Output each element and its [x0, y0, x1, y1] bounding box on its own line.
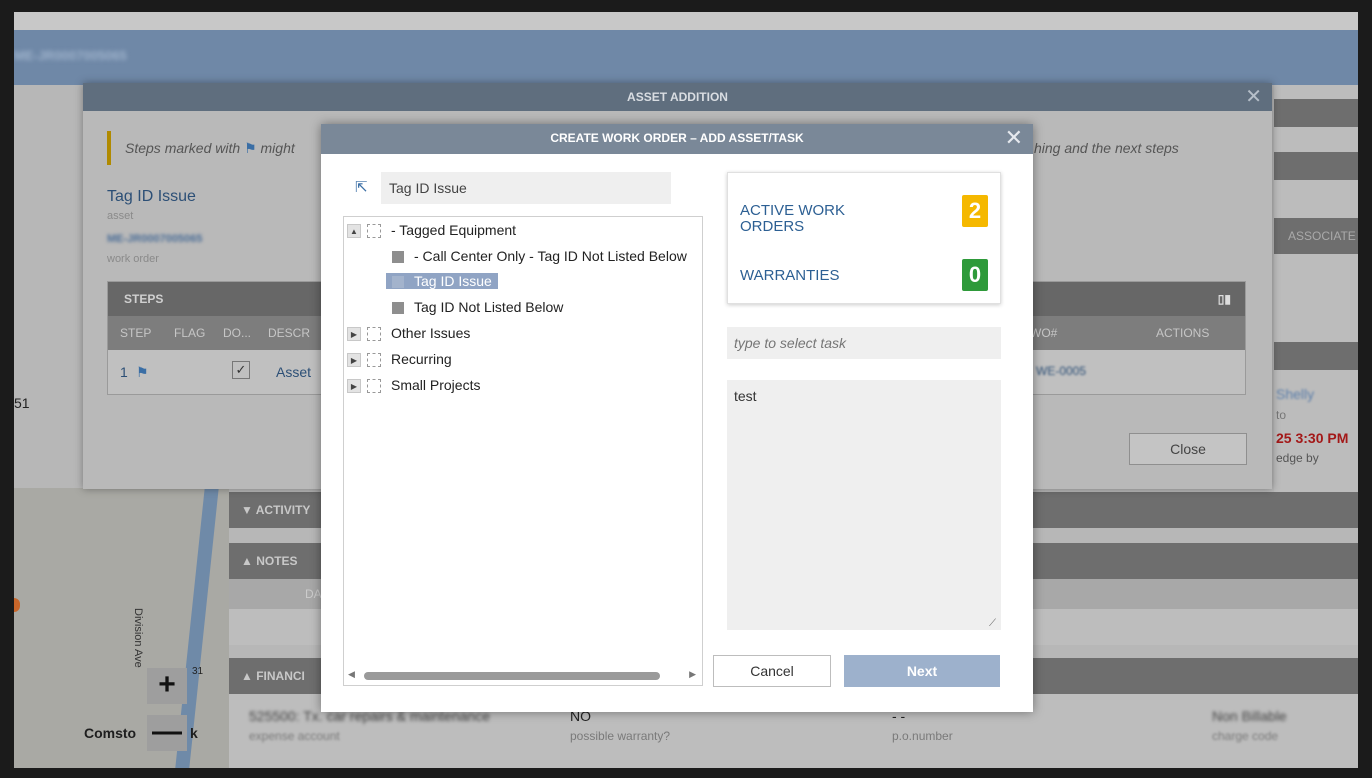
- work-order-number[interactable]: ME-JR0007005065: [107, 233, 202, 245]
- zoom-out-button[interactable]: —: [147, 715, 187, 751]
- flag-icon: ⚑: [244, 140, 257, 156]
- horizontal-scrollbar[interactable]: ◀ ▶: [344, 665, 702, 685]
- row-wo-number[interactable]: WE-0005: [1036, 364, 1086, 378]
- collapse-arrow-icon[interactable]: ▲: [347, 224, 361, 239]
- work-order-label: work order: [107, 253, 159, 265]
- col-actions[interactable]: ACTIONS: [1156, 316, 1209, 350]
- warranties-count[interactable]: 0: [962, 259, 988, 291]
- create-work-order-modal: CREATE WORK ORDER – ADD ASSET/TASK ✕ ⇱ T…: [321, 124, 1033, 712]
- header-work-order-id: ME-JR0007005065: [14, 48, 127, 63]
- scroll-right-icon[interactable]: ▶: [689, 669, 696, 680]
- warning-accent: [107, 131, 111, 165]
- warning-text-end: hing and the next steps: [1034, 140, 1179, 156]
- checkbox-icon[interactable]: [367, 379, 381, 394]
- warning-text-mid: might: [260, 140, 295, 156]
- tree-node-label[interactable]: Tag ID Not Listed Below: [414, 299, 563, 315]
- map-place-label-suffix: k: [190, 725, 198, 741]
- resize-grip-icon[interactable]: ⟋: [989, 618, 996, 629]
- selected-node[interactable]: Tag ID Issue: [386, 273, 498, 289]
- scroll-left-icon[interactable]: ◀: [348, 669, 355, 680]
- close-icon[interactable]: ✕: [1245, 83, 1262, 111]
- assignee-to: to: [1276, 408, 1287, 422]
- col-flag[interactable]: FLAG: [174, 316, 205, 350]
- tree-node-label[interactable]: Recurring: [391, 351, 452, 367]
- tag-id-issue-link[interactable]: Tag ID Issue: [107, 188, 196, 206]
- map-place-label: Comsto: [84, 725, 137, 741]
- scrollbar-thumb[interactable]: [364, 672, 660, 680]
- charge-code-value: Non Billable: [1212, 708, 1287, 724]
- tree-node-label[interactable]: Small Projects: [391, 377, 480, 393]
- asset-dialog-header: ASSET ADDITION ✕: [83, 83, 1272, 111]
- warning-text: Steps marked with ⚑ might: [125, 140, 295, 157]
- left-number: 51: [14, 395, 30, 411]
- checkbox-icon[interactable]: [367, 327, 381, 342]
- leaf-icon: [392, 302, 404, 315]
- column-toggle-icon[interactable]: ▯▮: [1218, 282, 1231, 316]
- stats-panel: ACTIVE WORK ORDERS 2 WARRANTIES 0: [727, 172, 1001, 304]
- warning-text-start: Steps marked with: [125, 140, 241, 156]
- collapse-to-top-icon[interactable]: ⇱: [355, 178, 368, 196]
- row-step: 1: [120, 364, 128, 380]
- zoom-in-button[interactable]: +: [147, 668, 187, 704]
- tree-node-label[interactable]: - Tagged Equipment: [391, 222, 516, 238]
- col-description[interactable]: DESCR: [268, 316, 310, 350]
- task-search-input[interactable]: [727, 327, 1001, 359]
- right-panel-bar: [1274, 99, 1358, 127]
- tree-node-label[interactable]: - Call Center Only - Tag ID Not Listed B…: [414, 248, 687, 264]
- tree-node-tag-id-not-listed[interactable]: Tag ID Not Listed Below: [392, 296, 563, 318]
- tree-node-label[interactable]: Other Issues: [391, 325, 470, 341]
- tree-node-tag-id-issue[interactable]: Tag ID Issue: [386, 270, 498, 292]
- right-panel-bar: [1274, 342, 1358, 370]
- tree-node-other-issues[interactable]: ▶ Other Issues: [347, 322, 470, 344]
- task-tree[interactable]: ▲ - Tagged Equipment - Call Center Only -…: [343, 216, 703, 686]
- map-road-label: Division Ave: [132, 608, 144, 668]
- expand-arrow-icon[interactable]: ▶: [347, 327, 361, 342]
- leaf-icon: [392, 276, 404, 289]
- screen: ME-JR0007005065 ASSOCIATE Shelly to 25 3…: [14, 12, 1358, 768]
- tree-node-label[interactable]: Tag ID Issue: [414, 273, 492, 289]
- acknowledge-label: edge by: [1276, 451, 1319, 465]
- col-done[interactable]: DO...: [223, 316, 251, 350]
- notes-textarea[interactable]: test: [727, 380, 1001, 630]
- active-work-orders-count[interactable]: 2: [962, 195, 988, 227]
- po-number-label: p.o.number: [892, 729, 953, 743]
- cancel-button[interactable]: Cancel: [713, 655, 831, 687]
- selected-path: ⇱ Tag ID Issue: [349, 172, 699, 204]
- asset-label: asset: [107, 210, 134, 222]
- checkbox-icon[interactable]: [367, 224, 381, 239]
- selected-path-field[interactable]: Tag ID Issue: [381, 172, 671, 204]
- steps-title-text: STEPS: [124, 292, 164, 306]
- charge-code-label: charge code: [1212, 729, 1279, 743]
- warranty-label: possible warranty?: [570, 729, 671, 743]
- wo-modal-header: CREATE WORK ORDER – ADD ASSET/TASK ✕: [321, 124, 1033, 154]
- right-panel-bar: [1274, 152, 1358, 180]
- col-wo-number[interactable]: WO#: [1030, 316, 1057, 350]
- app-header: ME-JR0007005065: [14, 30, 1358, 85]
- close-icon[interactable]: ✕: [1005, 124, 1023, 152]
- warranties-link[interactable]: WARRANTIES: [740, 268, 839, 284]
- map-route-number: 31: [192, 666, 204, 677]
- tree-node-small-projects[interactable]: ▶ Small Projects: [347, 374, 480, 396]
- expense-account-label: expense account: [249, 729, 340, 743]
- col-step[interactable]: STEP: [120, 316, 151, 350]
- tree-node-tagged-equipment[interactable]: ▲ - Tagged Equipment: [347, 219, 516, 241]
- expand-arrow-icon[interactable]: ▶: [347, 353, 361, 368]
- row-description[interactable]: Asset: [276, 364, 311, 380]
- due-time: 25 3:30 PM: [1276, 430, 1349, 446]
- close-button[interactable]: Close: [1129, 433, 1247, 465]
- checkbox-icon[interactable]: [367, 353, 381, 368]
- expand-arrow-icon[interactable]: ▶: [347, 379, 361, 394]
- done-checkbox[interactable]: ✓: [232, 361, 250, 379]
- wo-modal-title: CREATE WORK ORDER – ADD ASSET/TASK: [550, 131, 804, 145]
- tree-node-call-center[interactable]: - Call Center Only - Tag ID Not Listed B…: [392, 245, 687, 267]
- assignee-name: Shelly: [1276, 386, 1315, 402]
- leaf-icon: [392, 251, 404, 264]
- active-work-orders-link[interactable]: ACTIVE WORK ORDERS: [740, 203, 890, 235]
- next-button[interactable]: Next: [844, 655, 1000, 687]
- asset-dialog-title: ASSET ADDITION: [627, 90, 728, 104]
- flag-icon: ⚑: [136, 364, 149, 380]
- tree-node-recurring[interactable]: ▶ Recurring: [347, 348, 452, 370]
- associate-header: ASSOCIATE: [1274, 218, 1358, 254]
